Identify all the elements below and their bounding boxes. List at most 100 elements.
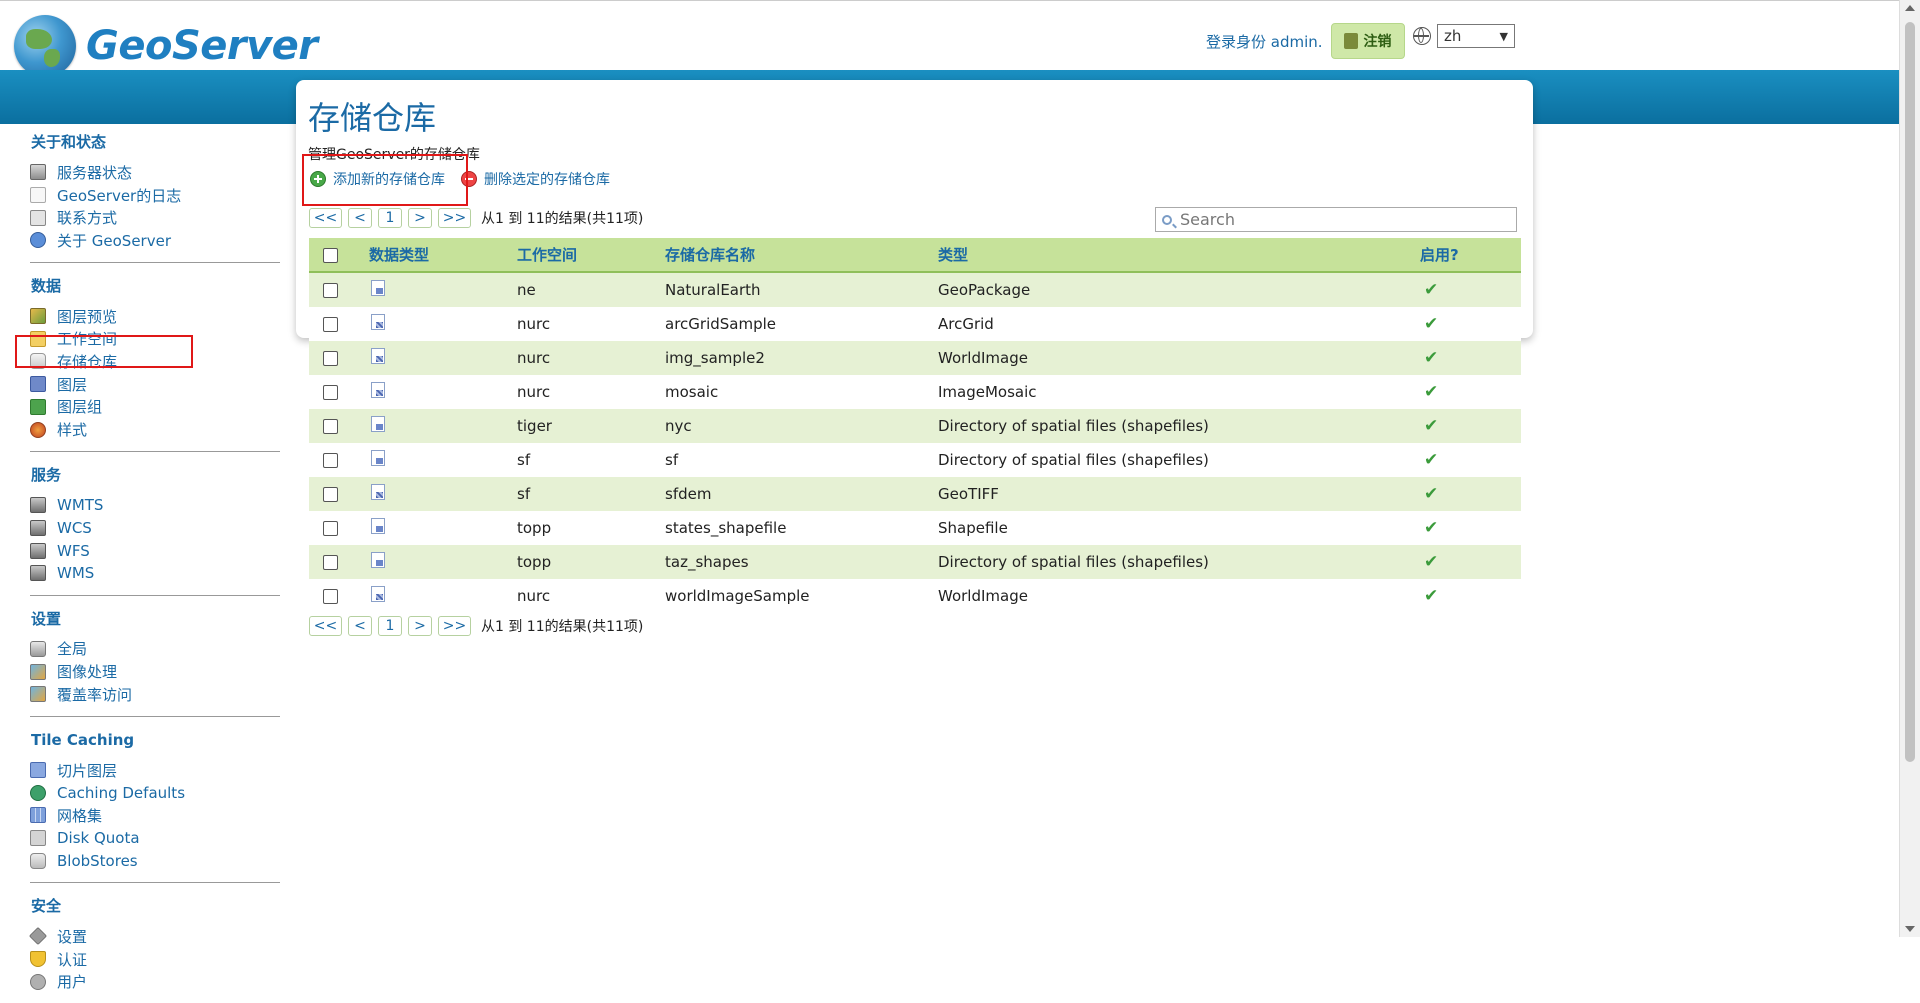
sidebar-item[interactable]: BlobStores [30, 849, 280, 872]
row-checkbox[interactable] [323, 283, 338, 298]
store-name-link[interactable]: taz_shapes [665, 545, 938, 579]
store-name-link[interactable]: sf [665, 443, 938, 477]
row-checkbox[interactable] [323, 487, 338, 502]
workspace-link[interactable]: nurc [517, 307, 665, 341]
row-select-cell [309, 477, 369, 511]
sidebar-item[interactable]: WMTS [30, 494, 280, 517]
store-type-cell: Directory of spatial files (shapefiles) [938, 409, 1420, 443]
enabled-check-icon: ✔ [1424, 450, 1439, 470]
select-all-checkbox[interactable] [323, 247, 338, 263]
row-checkbox[interactable] [323, 385, 338, 400]
workspace-link[interactable]: nurc [517, 341, 665, 375]
sidebar-item[interactable]: 图像处理 [30, 660, 280, 683]
sidebar-item[interactable]: 覆盖率访问 [30, 683, 280, 706]
row-select-cell [309, 307, 369, 341]
geoserver-logo[interactable]: GeoServer [14, 15, 318, 77]
row-checkbox[interactable] [323, 521, 338, 536]
sidebar-item[interactable]: 认证 [30, 948, 280, 971]
nav-divider [30, 594, 280, 596]
store-name-link[interactable]: sfdem [665, 477, 938, 511]
pager-last-button[interactable]: >> [438, 616, 471, 636]
style-icon [30, 421, 46, 438]
row-checkbox[interactable] [323, 555, 338, 570]
store-name-link[interactable]: worldImageSample [665, 579, 938, 613]
store-name-link[interactable]: arcGridSample [665, 307, 938, 341]
search-input[interactable]: Search [1155, 207, 1517, 232]
sidebar-item[interactable]: 网格集 [30, 804, 280, 827]
sidebar-item[interactable]: 联系方式 [30, 206, 280, 229]
sidebar-item-label: 联系方式 [57, 209, 118, 228]
pager-page-button[interactable]: 1 [378, 616, 402, 636]
row-checkbox[interactable] [323, 317, 338, 332]
wms-icon [30, 565, 46, 582]
sidebar-item[interactable]: 切片图层 [30, 759, 280, 782]
scroll-up-icon[interactable] [1905, 5, 1915, 11]
sidebar-item[interactable]: 关于 GeoServer [30, 229, 280, 252]
pager-first-button[interactable]: << [309, 208, 342, 228]
sidebar-item[interactable]: 全局 [30, 638, 280, 661]
workspace-link[interactable]: tiger [517, 409, 665, 443]
sidebar-item[interactable]: 设置 [28, 925, 280, 948]
contact-icon [30, 209, 46, 226]
workspace-link[interactable]: topp [517, 511, 665, 545]
pager-first-button[interactable]: << [309, 616, 342, 636]
workspace-link[interactable]: nurc [517, 375, 665, 409]
sidebar-item-label: WFS [57, 541, 90, 560]
pager-next-button[interactable]: > [408, 616, 432, 636]
workspace-link[interactable]: nurc [517, 579, 665, 613]
pager-last-button[interactable]: >> [438, 208, 471, 228]
data-type-cell [369, 477, 517, 511]
vector-store-icon [371, 280, 385, 296]
pager-prev-button[interactable]: < [348, 208, 372, 228]
sidebar-item[interactable]: 服务器状态 [30, 161, 280, 184]
sidebar-item-label: 网格集 [57, 806, 103, 825]
nav-section: Tile Caching 切片图层 Caching Defaults 网格集 Disk … [30, 731, 280, 872]
row-checkbox[interactable] [323, 351, 338, 366]
nav-section-heading: 数据 [31, 276, 62, 295]
header-type[interactable]: 类型 [938, 238, 1420, 273]
sidebar-item[interactable]: 图层 [30, 373, 280, 396]
sidebar-item[interactable]: 样式 [30, 418, 280, 441]
header-workspace[interactable]: 工作空间 [517, 238, 665, 273]
logout-button[interactable]: 注销 [1330, 23, 1405, 59]
remove-store-button[interactable]: 删除选定的存储仓库 [461, 169, 610, 189]
workspace-link[interactable]: sf [517, 443, 665, 477]
header-enabled[interactable]: 启用? [1420, 238, 1521, 273]
row-checkbox[interactable] [323, 419, 338, 434]
language-select[interactable]: zh ▼ [1437, 24, 1515, 48]
sidebar-item[interactable]: GeoServer的日志 [30, 184, 280, 207]
sidebar-item[interactable]: 用户 [30, 971, 280, 994]
sidebar-item[interactable]: WMS [30, 562, 280, 585]
header-data-type[interactable]: 数据类型 [369, 238, 517, 273]
workspace-link[interactable]: ne [517, 272, 665, 307]
store-name-link[interactable]: states_shapefile [665, 511, 938, 545]
sidebar-item[interactable]: Caching Defaults [30, 781, 280, 804]
scroll-down-icon[interactable] [1905, 926, 1915, 932]
store-type-cell: WorldImage [938, 341, 1420, 375]
row-checkbox[interactable] [323, 453, 338, 468]
sidebar-item[interactable]: 图层预览 [30, 305, 280, 328]
scroll-thumb[interactable] [1905, 22, 1915, 762]
sidebar-item[interactable]: WCS [30, 517, 280, 540]
store-name-link[interactable]: NaturalEarth [665, 272, 938, 307]
header-store-name[interactable]: 存储仓库名称 [665, 238, 938, 273]
pager-next-button[interactable]: > [408, 208, 432, 228]
workspace-link[interactable]: sf [517, 477, 665, 511]
coverage-access-icon [30, 686, 46, 703]
pager-page-button[interactable]: 1 [378, 208, 402, 228]
sidebar-item[interactable]: Disk Quota [30, 827, 280, 850]
table-header-row: 数据类型 工作空间 存储仓库名称 类型 启用? [309, 238, 1521, 273]
vertical-scrollbar[interactable] [1899, 0, 1920, 937]
disk-quota-icon [30, 830, 46, 847]
workspace-link[interactable]: topp [517, 545, 665, 579]
pager-prev-button[interactable]: < [348, 616, 372, 636]
store-name-link[interactable]: mosaic [665, 375, 938, 409]
row-checkbox[interactable] [323, 589, 338, 604]
sidebar-item-label: Caching Defaults [57, 783, 186, 802]
sidebar-item[interactable]: WFS [30, 539, 280, 562]
raster-store-icon [371, 484, 385, 500]
store-name-link[interactable]: img_sample2 [665, 341, 938, 375]
sidebar-item[interactable]: 图层组 [30, 396, 280, 419]
row-select-cell [309, 511, 369, 545]
store-name-link[interactable]: nyc [665, 409, 938, 443]
